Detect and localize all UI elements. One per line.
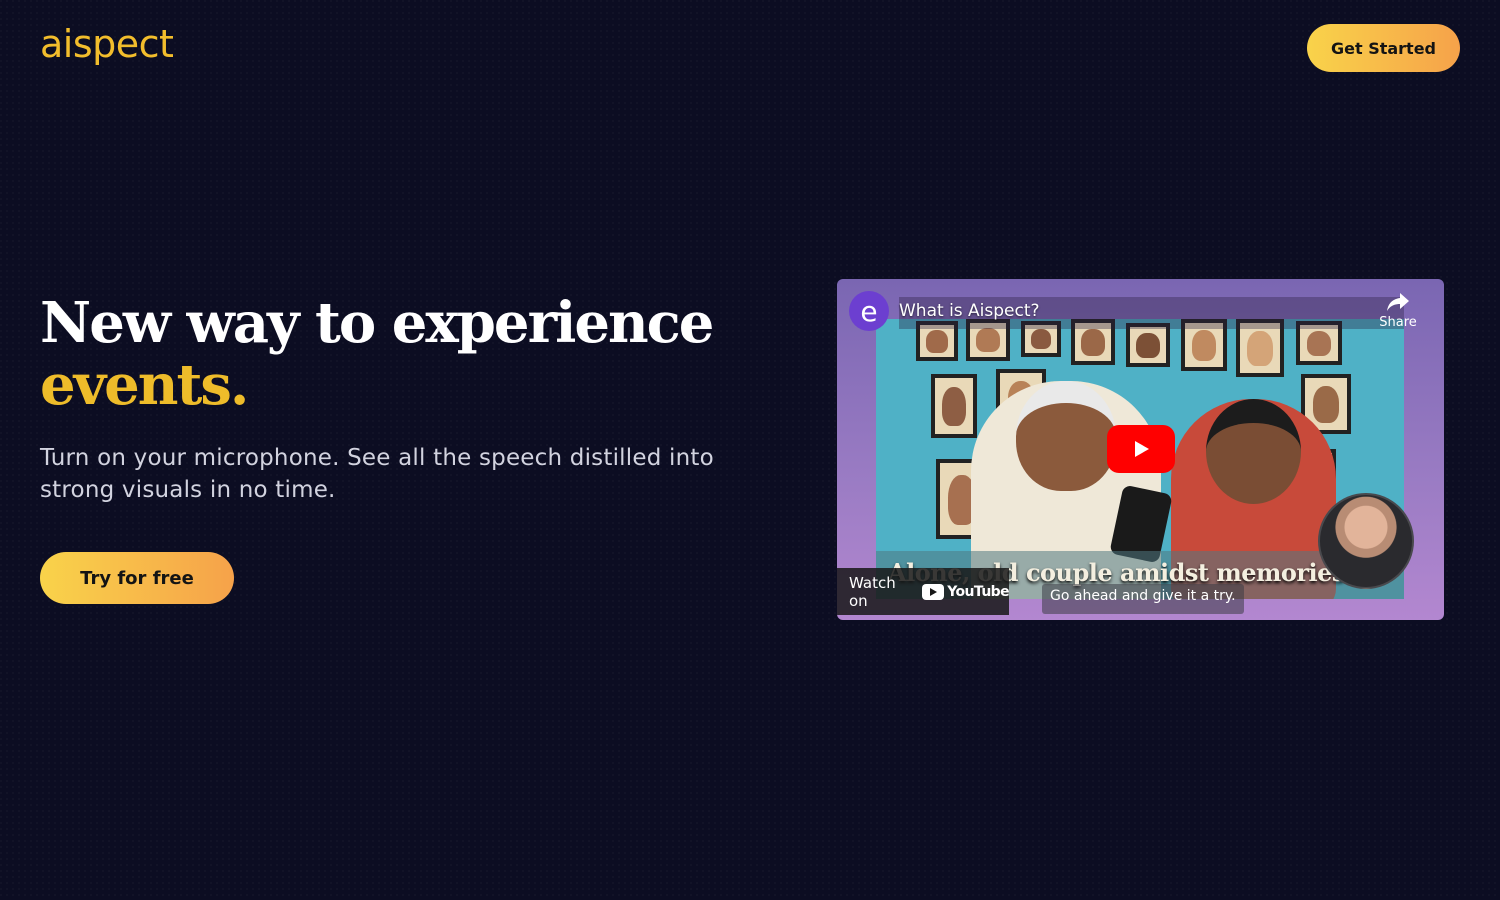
play-icon: [1135, 441, 1149, 457]
video-title[interactable]: What is Aispect?: [899, 301, 1040, 321]
video-subtitle: Go ahead and give it a try.: [1042, 584, 1244, 614]
try-for-free-button[interactable]: Try for free: [40, 552, 234, 604]
aispect-logo[interactable]: aispect: [40, 22, 174, 66]
youtube-label: YouTube: [947, 583, 1009, 600]
watch-on-youtube-link[interactable]: Watch on YouTube: [837, 568, 1010, 615]
youtube-logo: YouTube: [922, 583, 1010, 600]
landing-page: aispect Get Started New way to experienc…: [0, 0, 1500, 900]
hero-section: New way to experience events. Turn on yo…: [40, 292, 780, 506]
youtube-icon: [922, 583, 945, 600]
presenter-avatar: [1318, 493, 1414, 589]
share-icon: [1387, 293, 1409, 311]
channel-initial: e: [860, 294, 878, 328]
hero-subtext: Turn on your microphone. See all the spe…: [40, 445, 714, 503]
share-label: Share: [1379, 315, 1417, 330]
channel-avatar[interactable]: e: [849, 291, 889, 331]
hero-headline: New way to experience events.: [40, 292, 780, 416]
watch-on-label: Watch on: [849, 573, 896, 610]
youtube-embed[interactable]: Alone, old couple amidst memories. e Wha…: [837, 279, 1444, 620]
headline-line: New way to experience: [40, 290, 714, 356]
play-button[interactable]: [1107, 425, 1175, 473]
get-started-button[interactable]: Get Started: [1307, 24, 1460, 72]
share-button[interactable]: Share: [1376, 291, 1420, 330]
headline-accent: events.: [40, 352, 249, 418]
